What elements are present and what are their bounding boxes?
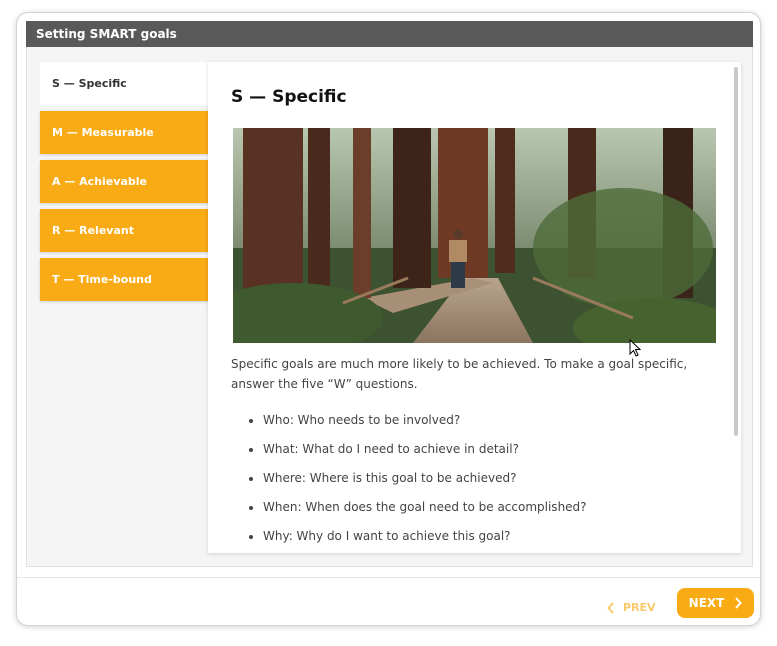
chevron-right-icon [735, 597, 743, 609]
prev-button[interactable]: PREV [607, 593, 667, 623]
smart-tab-list: S — Specific M — Measurable A — Achievab… [40, 62, 215, 307]
tab-time-bound[interactable]: T — Time-bound [40, 258, 210, 301]
prev-label: PREV [623, 601, 656, 614]
footer-divider [17, 577, 760, 578]
course-window: Setting SMART goals S — Specific M — Mea… [16, 12, 761, 626]
slide-stage: S — Specific M — Measurable A — Achievab… [26, 47, 753, 567]
tab-measurable[interactable]: M — Measurable [40, 111, 210, 154]
content-heading: S — Specific [231, 87, 347, 107]
forest-path-photo [233, 128, 716, 343]
next-button[interactable]: NEXT [677, 588, 754, 618]
list-item: Why: Why do I want to achieve this goal? [263, 523, 587, 552]
next-label: NEXT [688, 596, 725, 610]
course-title: Setting SMART goals [26, 21, 753, 47]
list-item: When: When does the goal need to be acco… [263, 494, 587, 523]
tab-specific[interactable]: S — Specific [40, 62, 215, 105]
mouse-pointer-icon [629, 339, 641, 357]
content-paragraph: Specific goals are much more likely to b… [231, 357, 688, 391]
list-item: Who: Who needs to be involved? [263, 407, 587, 436]
list-item: Where: Where is this goal to be achieved… [263, 465, 587, 494]
tab-relevant[interactable]: R — Relevant [40, 209, 210, 252]
list-item: What: What do I need to achieve in detai… [263, 436, 587, 465]
chevron-left-icon [607, 602, 614, 614]
tab-achievable[interactable]: A — Achievable [40, 160, 210, 203]
tab-content-panel: S — Specific Specific goals are much mor… [208, 62, 741, 553]
w-questions-list: Who: Who needs to be involved? What: Wha… [263, 407, 587, 552]
content-scrollbar[interactable] [734, 67, 738, 436]
